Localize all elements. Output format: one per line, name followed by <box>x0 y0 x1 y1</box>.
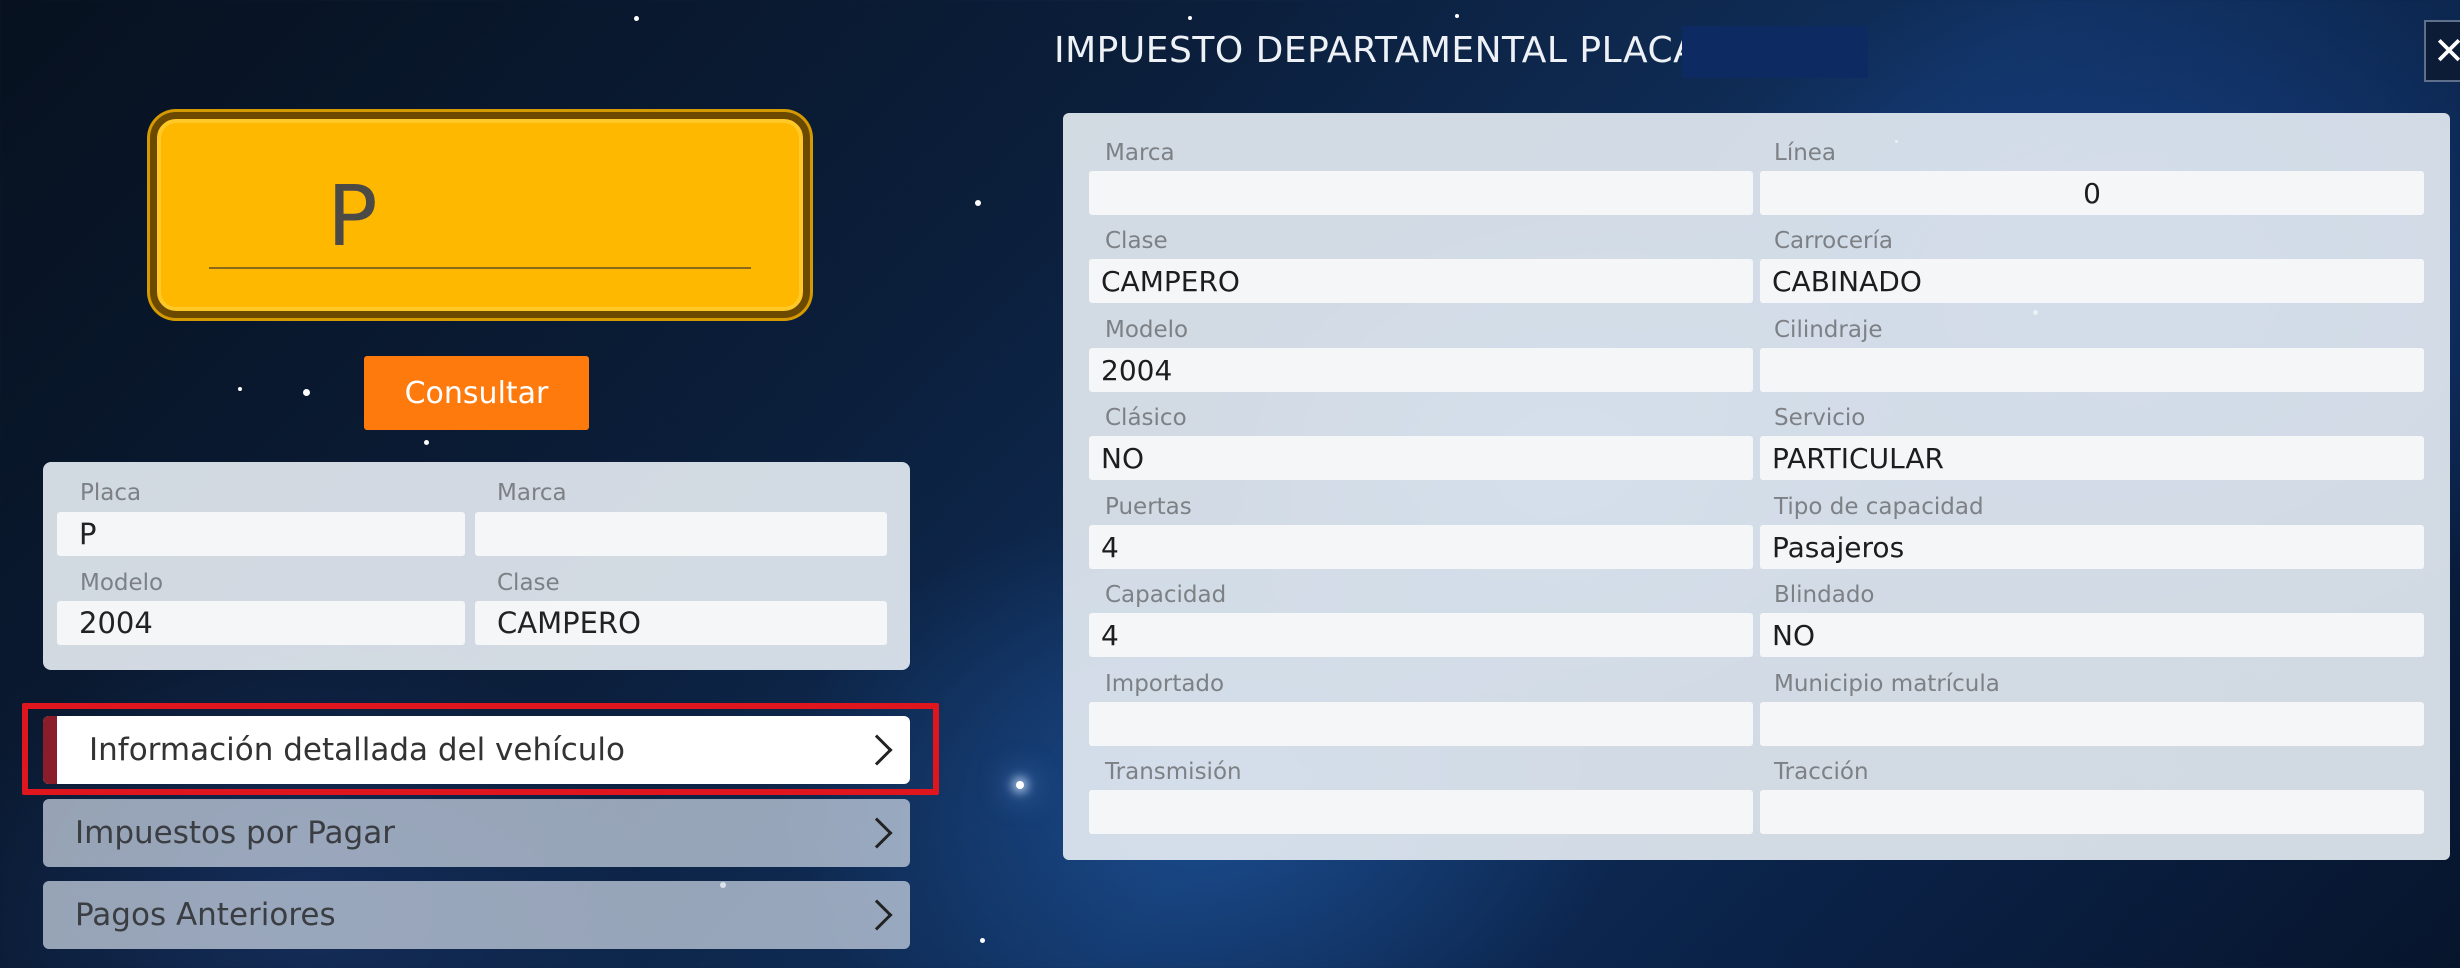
carroceria-field: CABINADO <box>1760 259 2424 303</box>
star <box>424 440 429 445</box>
carroceria-label: Carrocería <box>1774 228 1893 254</box>
clase-field: CAMPERO <box>1089 259 1753 303</box>
star <box>1188 16 1192 20</box>
linea-field: 0 <box>1760 171 2424 215</box>
consultar-button[interactable]: Consultar <box>364 356 589 430</box>
page-title: IMPUESTO DEPARTAMENTAL PLACA <box>1054 30 1699 71</box>
clase-label: Clase <box>1105 228 1168 254</box>
clase-field: CAMPERO <box>475 601 887 645</box>
traccion-label: Tracción <box>1774 759 1869 785</box>
tipo-capacidad-label: Tipo de capacidad <box>1774 494 1984 520</box>
importado-field <box>1089 702 1753 746</box>
traccion-field <box>1760 790 2424 834</box>
chevron-right-icon <box>861 899 893 931</box>
blindado-field: NO <box>1760 613 2424 657</box>
chevron-right-icon <box>861 817 893 849</box>
star <box>980 938 985 943</box>
star <box>238 387 242 391</box>
menu-item-label: Impuestos por Pagar <box>75 815 395 851</box>
modelo-field: 2004 <box>1089 348 1753 392</box>
puertas-field: 4 <box>1089 525 1753 569</box>
menu-item-pagos[interactable]: Pagos Anteriores <box>43 881 910 949</box>
menu-item-vehicle-info[interactable]: Información detallada del vehículo <box>43 716 910 784</box>
modelo-label: Modelo <box>80 570 164 596</box>
plate-underline <box>209 267 751 269</box>
marca-label: Marca <box>497 480 567 506</box>
star <box>634 16 639 21</box>
modelo-label: Modelo <box>1105 317 1189 343</box>
transmision-field <box>1089 790 1753 834</box>
puertas-label: Puertas <box>1105 494 1192 520</box>
servicio-field: PARTICULAR <box>1760 436 2424 480</box>
vehicle-summary-panel: Placa P Marca Modelo 2004 Clase CAMPERO <box>43 462 910 670</box>
marca-label: Marca <box>1105 140 1175 166</box>
placa-field: P <box>57 512 465 556</box>
star <box>1455 14 1459 18</box>
capacidad-label: Capacidad <box>1105 582 1227 608</box>
capacidad-field: 4 <box>1089 613 1753 657</box>
star <box>1016 781 1024 789</box>
servicio-label: Servicio <box>1774 405 1866 431</box>
vehicle-detail-panel: Marca Línea 0 Clase CAMPERO Carrocería C… <box>1063 113 2450 860</box>
clase-label: Clase <box>497 570 560 596</box>
importado-label: Importado <box>1105 671 1225 697</box>
menu-item-label: Información detallada del vehículo <box>89 732 626 768</box>
star <box>303 389 310 396</box>
clasico-field: NO <box>1089 436 1753 480</box>
menu-item-label: Pagos Anteriores <box>75 897 336 933</box>
chevron-right-icon <box>861 734 893 766</box>
cilindraje-label: Cilindraje <box>1774 317 1883 343</box>
municipio-field <box>1760 702 2424 746</box>
blindado-label: Blindado <box>1774 582 1875 608</box>
municipio-label: Municipio matrícula <box>1774 671 2000 697</box>
active-accent <box>43 716 57 784</box>
plate-text: P <box>327 167 382 265</box>
modelo-field: 2004 <box>57 601 465 645</box>
license-plate-input[interactable]: P <box>150 112 810 318</box>
menu-item-impuestos[interactable]: Impuestos por Pagar <box>43 799 910 867</box>
redacted-plate <box>1682 26 1868 78</box>
clasico-label: Clásico <box>1105 405 1187 431</box>
star <box>975 200 981 206</box>
marca-field <box>475 512 887 556</box>
cilindraje-field <box>1760 348 2424 392</box>
linea-label: Línea <box>1774 140 1837 166</box>
placa-label: Placa <box>80 480 142 506</box>
transmision-label: Transmisión <box>1105 759 1242 785</box>
close-button[interactable]: ✕ <box>2424 20 2460 82</box>
marca-field <box>1089 171 1753 215</box>
tipo-capacidad-field: Pasajeros <box>1760 525 2424 569</box>
